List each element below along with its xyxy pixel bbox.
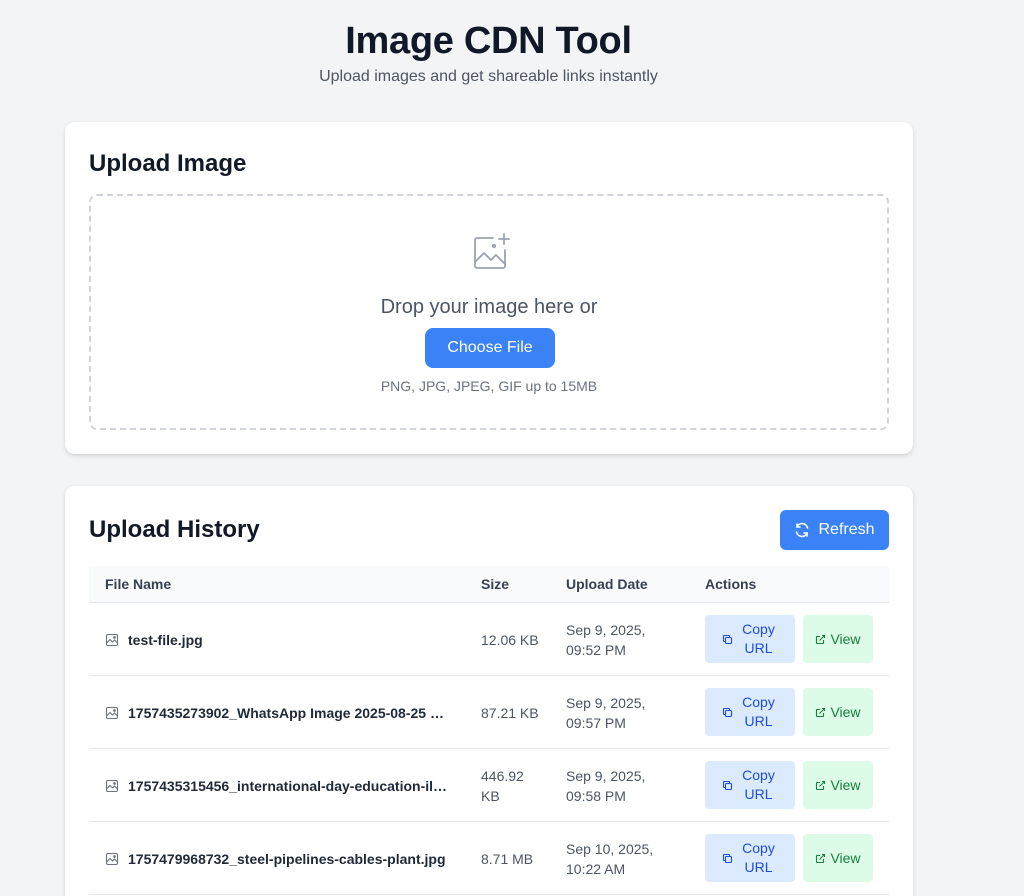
view-button[interactable]: View (803, 761, 873, 809)
refresh-button[interactable]: Refresh (780, 510, 889, 550)
view-button[interactable]: View (803, 615, 873, 663)
page-subtitle: Upload images and get shareable links in… (319, 68, 658, 85)
file-name-cell: test-file.jpg (105, 603, 455, 676)
external-link-icon (816, 853, 826, 863)
row-actions: Copy URL View (705, 688, 873, 736)
copy-url-button[interactable]: Copy URL (705, 834, 795, 882)
history-title: Upload History (89, 516, 260, 543)
image-file-icon (105, 852, 119, 865)
file-name: 1757479968732_steel-pipelines-cables-pla… (128, 850, 446, 867)
upload-date: Sep 9, 2025, 09:57 PM (566, 694, 646, 731)
copy-icon (722, 634, 732, 644)
upload-title: Upload Image (89, 150, 247, 177)
file-name-cell: 1757479968732_steel-pipelines-cables-pla… (105, 822, 455, 895)
drop-zone[interactable]: Drop your image here or Choose File PNG,… (89, 194, 889, 430)
row-actions: Copy URL View (705, 761, 873, 809)
image-file-icon (105, 633, 119, 646)
file-name: test-file.jpg (128, 631, 203, 648)
drop-text: Drop your image here or (380, 296, 598, 318)
file-size: 87.21 KB (481, 704, 539, 721)
external-link-icon (816, 634, 826, 644)
view-label: View (830, 850, 861, 866)
history-card: Upload History Refresh File Name Size Up… (65, 486, 913, 896)
copy-url-button[interactable]: Copy URL (705, 761, 795, 809)
copy-url-label: Copy URL (742, 694, 775, 729)
external-link-icon (816, 780, 826, 790)
copy-icon (722, 853, 732, 863)
file-size: 8.71 MB (481, 850, 534, 867)
table-header: File Name Size Upload Date Actions (89, 566, 889, 603)
file-name: 1757435273902_WhatsApp Image 2025-08-25 … (128, 704, 450, 721)
file-type-hint: PNG, JPG, JPEG, GIF up to 15MB (380, 378, 598, 394)
view-label: View (830, 704, 861, 720)
file-size: 12.06 KB (481, 631, 539, 648)
choose-file-button[interactable]: Choose File (425, 328, 555, 368)
view-label: View (830, 631, 861, 647)
history-table: File Name Size Upload Date Actions test-… (89, 566, 889, 895)
copy-icon (722, 780, 732, 790)
refresh-icon (796, 522, 809, 538)
external-link-icon (816, 707, 826, 717)
table-row: test-file.jpg 12.06 KB Sep 9, 2025, 09:5… (89, 603, 889, 676)
copy-url-button[interactable]: Copy URL (705, 615, 795, 663)
upload-date: Sep 9, 2025, 09:52 PM (566, 621, 646, 658)
table-row: 1757479968732_steel-pipelines-cables-pla… (89, 822, 889, 895)
column-actions: Actions (705, 576, 757, 592)
copy-url-button[interactable]: Copy URL (705, 688, 795, 736)
copy-url-label: Copy URL (742, 621, 775, 656)
upload-date: Sep 9, 2025, 09:58 PM (566, 767, 646, 804)
image-file-icon (105, 779, 119, 792)
view-button[interactable]: View (803, 834, 873, 882)
image-plus-icon (474, 233, 510, 269)
file-size: 446.92 KB (481, 767, 524, 804)
refresh-label: Refresh (818, 521, 875, 538)
upload-date: Sep 10, 2025, 10:22 AM (566, 840, 654, 877)
image-file-icon (105, 706, 119, 719)
upload-card: Upload Image Drop your image here or Cho… (65, 122, 913, 454)
file-name: 1757435315456_international-day-educatio… (128, 777, 450, 794)
page-title: Image CDN Tool (345, 20, 632, 62)
copy-icon (722, 707, 732, 717)
column-file-name: File Name (105, 576, 172, 592)
file-name-cell: 1757435315456_international-day-educatio… (105, 749, 455, 822)
column-size: Size (481, 576, 510, 592)
view-button[interactable]: View (803, 688, 873, 736)
table-row: 1757435315456_international-day-educatio… (89, 749, 889, 822)
file-name-cell: 1757435273902_WhatsApp Image 2025-08-25 … (105, 676, 455, 749)
table-row: 1757435273902_WhatsApp Image 2025-08-25 … (89, 676, 889, 749)
view-label: View (830, 777, 861, 793)
copy-url-label: Copy URL (742, 767, 775, 802)
column-upload-date: Upload Date (566, 576, 648, 592)
copy-url-label: Copy URL (742, 840, 775, 875)
row-actions: Copy URL View (705, 834, 873, 882)
row-actions: Copy URL View (705, 615, 873, 663)
page-header: Image CDN Tool Upload images and get sha… (0, 18, 977, 86)
